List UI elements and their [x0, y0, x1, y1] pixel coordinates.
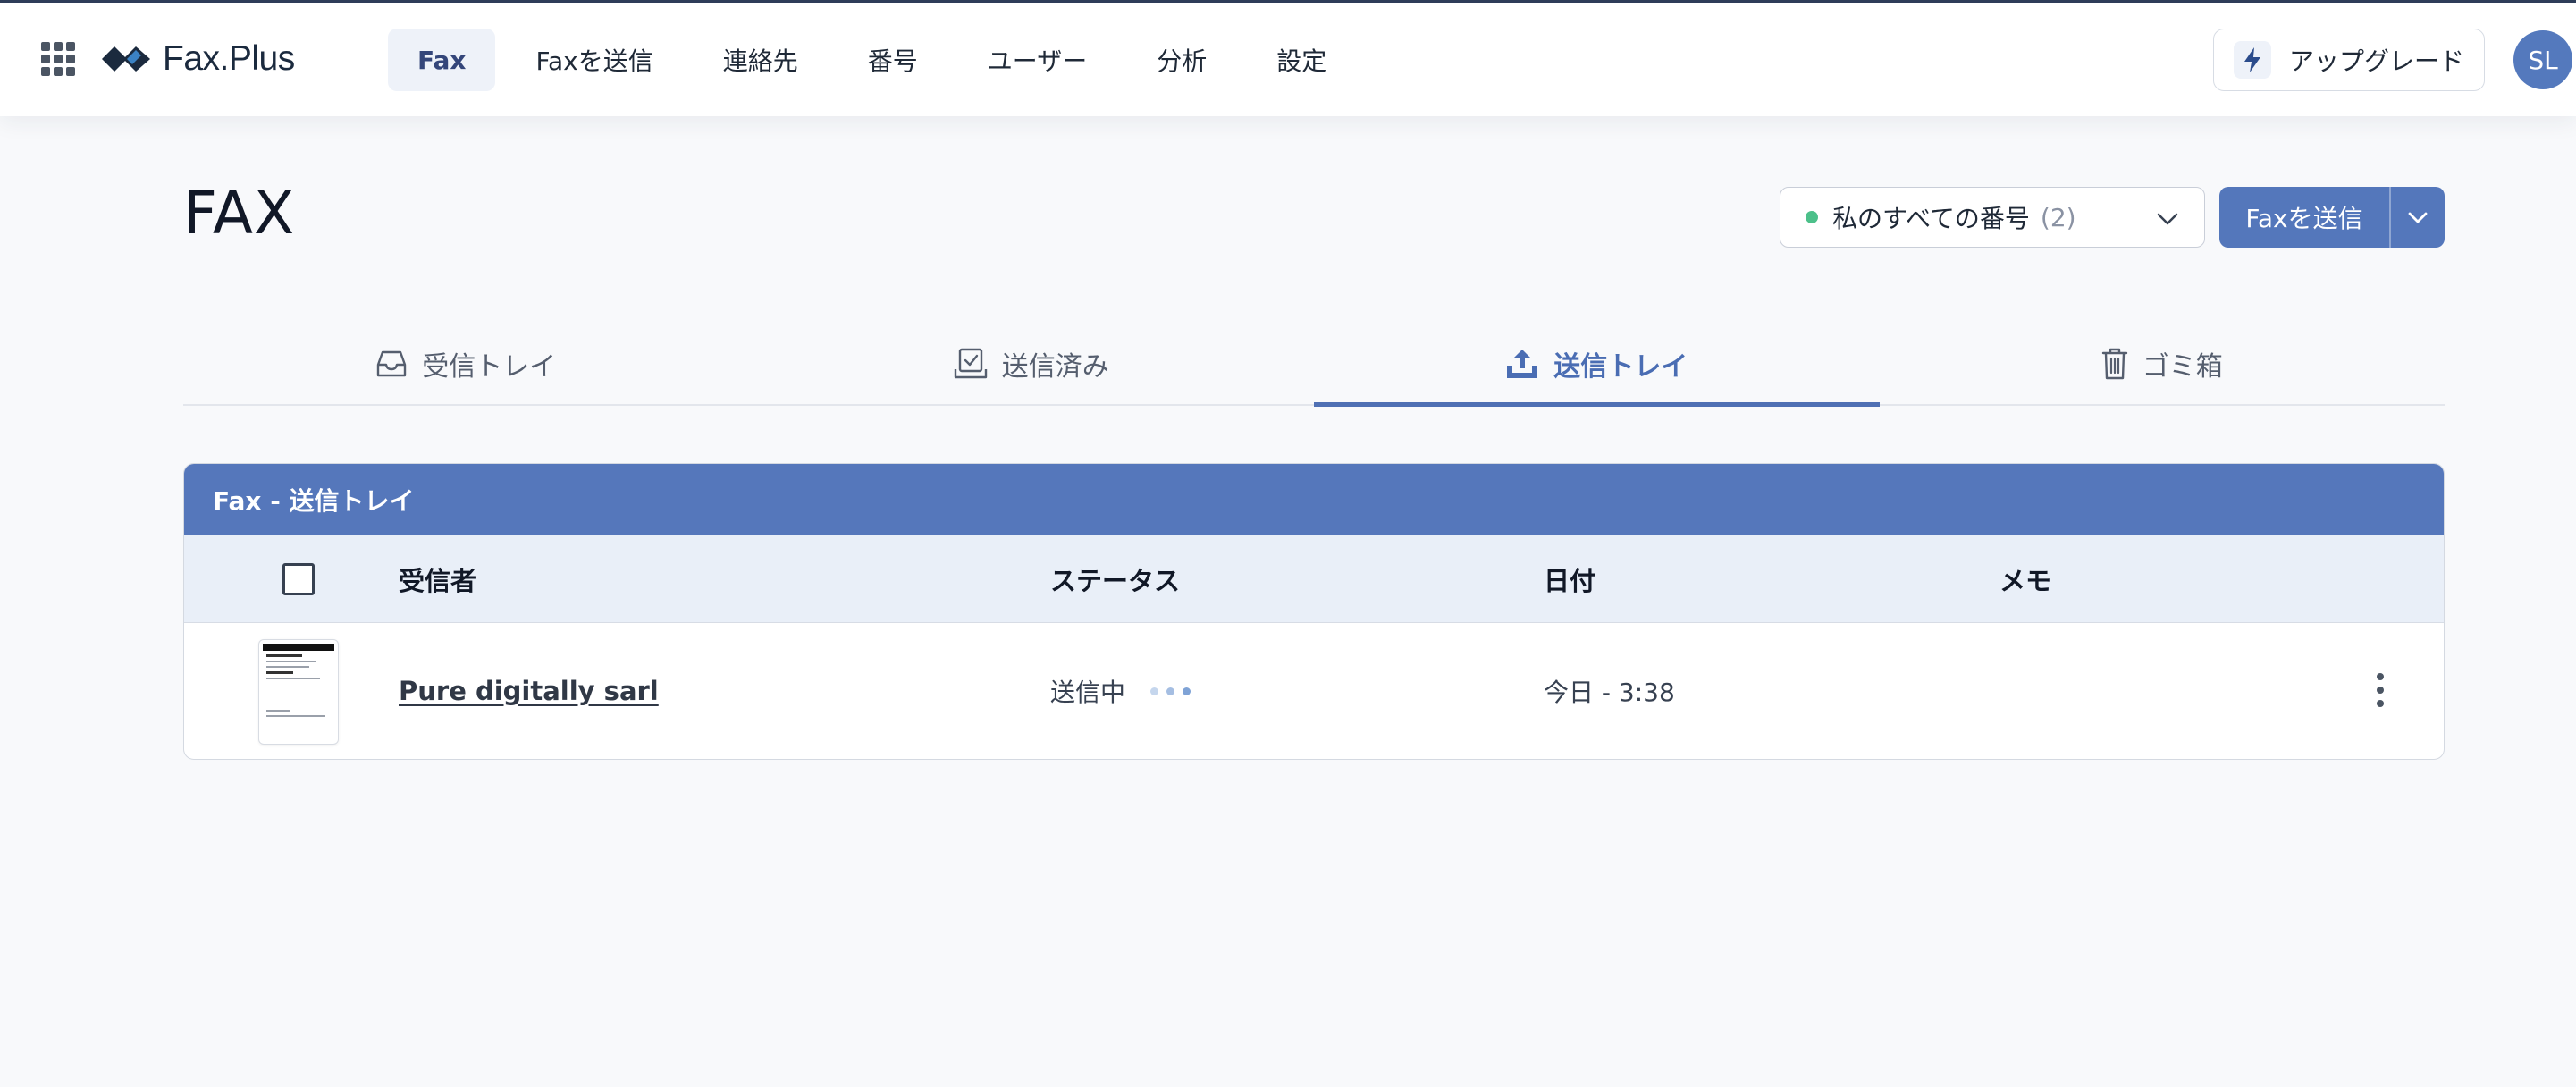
user-avatar[interactable]: SL — [2513, 30, 2572, 89]
chevron-down-icon — [2408, 212, 2428, 223]
sending-progress-dots — [1150, 687, 1199, 695]
fax-folder-tabs: 受信トレイ 送信済み 送信トレイ ゴミ箱 — [183, 324, 2446, 407]
tab-label: ゴミ箱 — [2142, 351, 2223, 383]
status-text: 送信中 — [1050, 678, 1126, 707]
column-header-memo[interactable]: メモ — [1999, 535, 2051, 623]
column-header-date[interactable]: 日付 — [1544, 535, 1595, 623]
recipient-cell: Pure digitally sarl — [399, 623, 659, 759]
number-select-count: (2) — [2040, 202, 2076, 232]
nav-item-contacts[interactable]: 連絡先 — [694, 29, 828, 91]
trash-icon — [2101, 348, 2127, 380]
sent-check-icon — [954, 348, 987, 379]
tab-label: 受信トレイ — [422, 351, 557, 383]
logo-text: Fax.Plus — [163, 39, 295, 78]
column-header-recipient[interactable]: 受信者 — [399, 535, 476, 623]
upgrade-label: アップグレード — [2289, 46, 2465, 76]
number-select-dropdown[interactable]: 私のすべての番号 (2) — [1780, 187, 2205, 248]
table-row[interactable]: Pure digitally sarl 送信中 今日 - 3:38 — [184, 623, 2444, 759]
upload-icon — [1507, 350, 1538, 378]
date-cell: 今日 - 3:38 — [1544, 678, 1675, 707]
tab-sent[interactable]: 送信済み — [749, 324, 1315, 404]
chevron-down-icon — [2157, 213, 2178, 225]
logo[interactable]: Fax.Plus — [100, 37, 295, 81]
send-fax-options-button[interactable] — [2391, 187, 2446, 248]
tab-trash[interactable]: ゴミ箱 — [1880, 324, 2446, 404]
nav-item-analytics[interactable]: 分析 — [1127, 29, 1236, 91]
status-dot — [1806, 211, 1818, 223]
main-nav: Fax Faxを送信 連絡先 番号 ユーザー 分析 設定 — [388, 29, 1367, 91]
nav-item-send-fax[interactable]: Faxを送信 — [506, 29, 682, 91]
tab-outbox[interactable]: 送信トレイ — [1314, 324, 1880, 407]
app-header: Fax.Plus Fax Faxを送信 連絡先 番号 ユーザー 分析 設定 アッ… — [0, 3, 2576, 116]
tab-label: 送信済み — [1001, 351, 1109, 383]
status-cell: 送信中 — [1050, 623, 1199, 759]
tab-inbox[interactable]: 受信トレイ — [183, 324, 749, 404]
number-select-label: 私のすべての番号 — [1832, 204, 2030, 233]
row-more-options-icon[interactable] — [2365, 670, 2395, 711]
nav-item-fax[interactable]: Fax — [388, 29, 496, 91]
nav-item-users[interactable]: ユーザー — [958, 29, 1116, 91]
fax-plus-logo-icon — [102, 46, 150, 72]
send-fax-split-button: Faxを送信 — [2219, 187, 2445, 248]
table-header-row: 受信者 ステータス 日付 メモ — [184, 535, 2444, 623]
nav-item-numbers[interactable]: 番号 — [838, 29, 947, 91]
inbox-icon — [377, 350, 407, 377]
recipient-link[interactable]: Pure digitally sarl — [399, 676, 659, 706]
apps-grid-icon[interactable] — [41, 42, 75, 76]
table-title: Fax - 送信トレイ — [184, 464, 2444, 535]
tab-label: 送信トレイ — [1553, 351, 1688, 383]
bolt-icon-wrap — [2234, 41, 2271, 79]
nav-item-settings[interactable]: 設定 — [1247, 29, 1356, 91]
select-all-checkbox[interactable] — [282, 563, 315, 595]
page-title: FAX — [183, 179, 296, 248]
outbox-table: Fax - 送信トレイ 受信者 ステータス 日付 メモ Pure digital… — [183, 463, 2445, 760]
column-header-status[interactable]: ステータス — [1050, 535, 1180, 623]
upgrade-button[interactable]: アップグレード — [2213, 29, 2485, 91]
fax-thumbnail[interactable] — [258, 639, 339, 745]
send-fax-button[interactable]: Faxを送信 — [2219, 187, 2389, 248]
lightning-bolt-icon — [2244, 47, 2260, 72]
